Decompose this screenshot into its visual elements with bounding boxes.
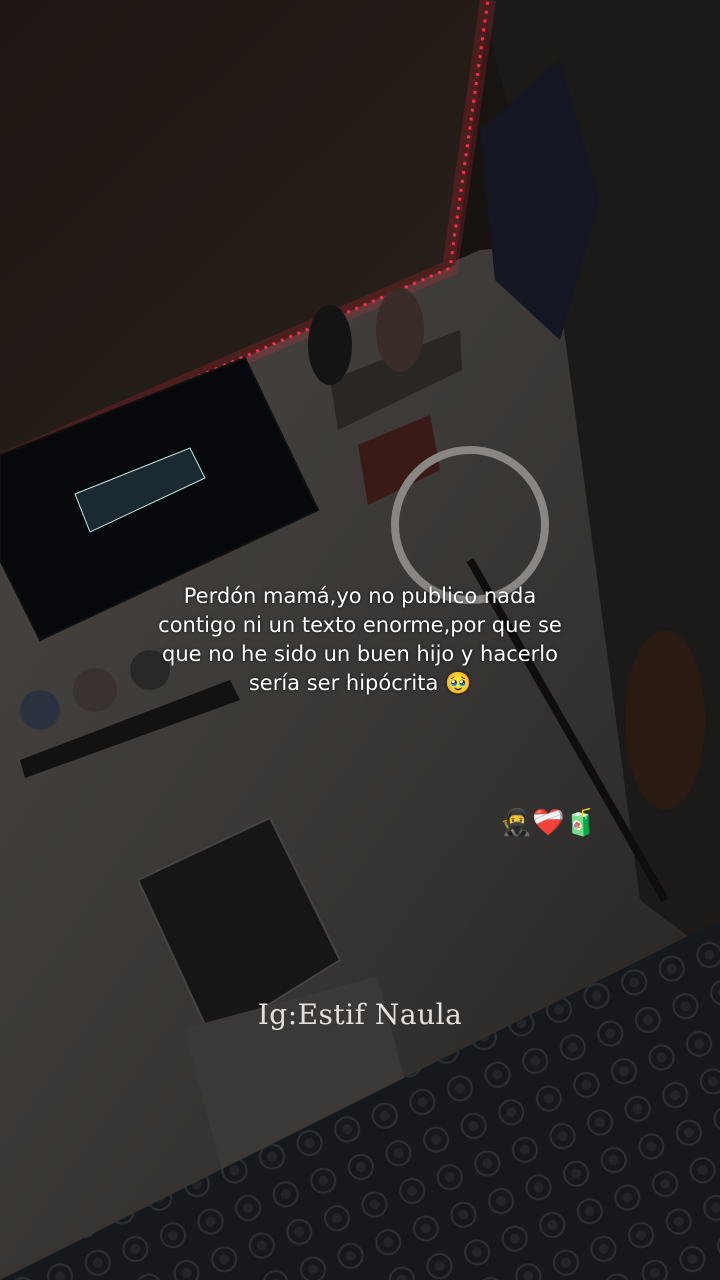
figure-1 bbox=[308, 305, 352, 385]
watermark-signature: Ig:Estif Naula bbox=[257, 998, 463, 1031]
caption-line-3: que no he sido un buen hijo y hacerlo bbox=[161, 642, 558, 666]
caption-line-1: Perdón mamá,yo no publico nada bbox=[183, 584, 537, 608]
figure-3 bbox=[20, 690, 60, 730]
caption-line-4: sería ser hipócrita 🥹 bbox=[248, 671, 472, 695]
photo-stage: Perdón mamá,yo no publico nada contigo n… bbox=[0, 0, 720, 1280]
figure-2 bbox=[376, 288, 424, 372]
figure-right bbox=[625, 630, 705, 810]
caption-line-2: contigo ni un texto enorme,por que se bbox=[158, 613, 562, 637]
caption: Perdón mamá,yo no publico nada contigo n… bbox=[110, 582, 610, 698]
emoji-sticker: 🥷❤️‍🩹🧃 bbox=[500, 808, 598, 838]
